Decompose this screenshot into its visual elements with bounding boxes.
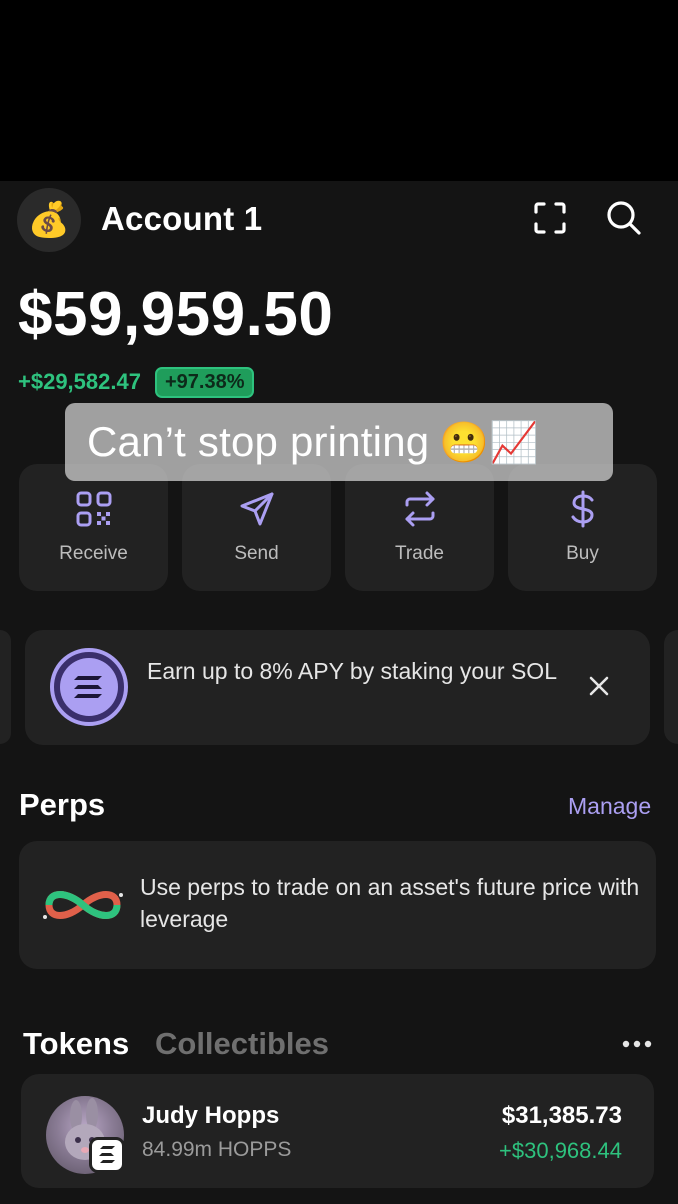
perps-manage-link[interactable]: Manage: [568, 793, 651, 820]
search-icon[interactable]: [605, 199, 643, 237]
balance-change-percent-badge: +97.38%: [154, 366, 255, 398]
account-avatar[interactable]: 💰: [17, 188, 81, 252]
token-change: +$30,968.44: [499, 1138, 622, 1163]
more-options-icon[interactable]: [621, 1039, 653, 1049]
send-icon: [240, 492, 274, 526]
perps-infinity-icon: [43, 891, 123, 919]
status-area: [0, 0, 678, 181]
send-button[interactable]: Send: [182, 464, 331, 591]
action-buttons: Receive Send Trade Buy: [19, 464, 657, 591]
money-bag-icon: 💰: [27, 201, 71, 239]
perps-description: Use perps to trade on an asset's future …: [140, 874, 640, 932]
swap-icon: [405, 491, 435, 527]
balance-change: +$29,582.47 +97.38%: [18, 366, 255, 398]
tab-collectibles[interactable]: Collectibles: [155, 1026, 329, 1062]
token-row[interactable]: Judy Hopps 84.99m HOPPS $31,385.73 +$30,…: [21, 1074, 654, 1188]
tab-tokens[interactable]: Tokens: [23, 1026, 129, 1062]
receive-label: Receive: [59, 543, 128, 564]
trade-button[interactable]: Trade: [345, 464, 494, 591]
buy-button[interactable]: Buy: [508, 464, 657, 591]
header: 💰 Account 1: [0, 181, 678, 259]
receive-button[interactable]: Receive: [19, 464, 168, 591]
buy-label: Buy: [566, 543, 599, 564]
close-icon[interactable]: [586, 673, 612, 699]
balance-change-amount: +$29,582.47: [18, 369, 141, 394]
send-label: Send: [234, 543, 279, 564]
perps-section-title: Perps: [19, 787, 106, 822]
dollar-icon: [571, 490, 594, 528]
wallet-screen: 💰 Account 1 $59,959.50 +$29,582.47 +97.3…: [0, 181, 678, 1204]
promo-carousel-prev-card[interactable]: [0, 630, 11, 744]
perps-card[interactable]: Use perps to trade on an asset's future …: [19, 841, 656, 969]
qr-code-icon: [76, 491, 112, 527]
account-name[interactable]: Account 1: [101, 200, 262, 238]
promo-text: Earn up to 8% APY by staking your SOL: [147, 658, 557, 684]
trade-label: Trade: [395, 543, 444, 564]
solana-badge-icon: [99, 1146, 115, 1163]
token-amount: 84.99m HOPPS: [142, 1138, 292, 1161]
total-balance: $59,959.50: [18, 280, 334, 349]
solana-icon: [50, 648, 128, 726]
solana-chain-badge: [89, 1137, 125, 1173]
promo-carousel-next-card[interactable]: [664, 630, 678, 744]
token-value: $31,385.73: [501, 1102, 622, 1129]
caption-overlay: Can’t stop printing 😬📈: [65, 403, 613, 481]
caption-text: Can’t stop printing: [87, 418, 430, 465]
staking-promo-card[interactable]: Earn up to 8% APY by staking your SOL: [25, 630, 650, 745]
scan-icon[interactable]: [533, 201, 567, 235]
grimace-chart-emoji: 😬📈: [439, 420, 539, 465]
token-name: Judy Hopps: [142, 1102, 280, 1129]
